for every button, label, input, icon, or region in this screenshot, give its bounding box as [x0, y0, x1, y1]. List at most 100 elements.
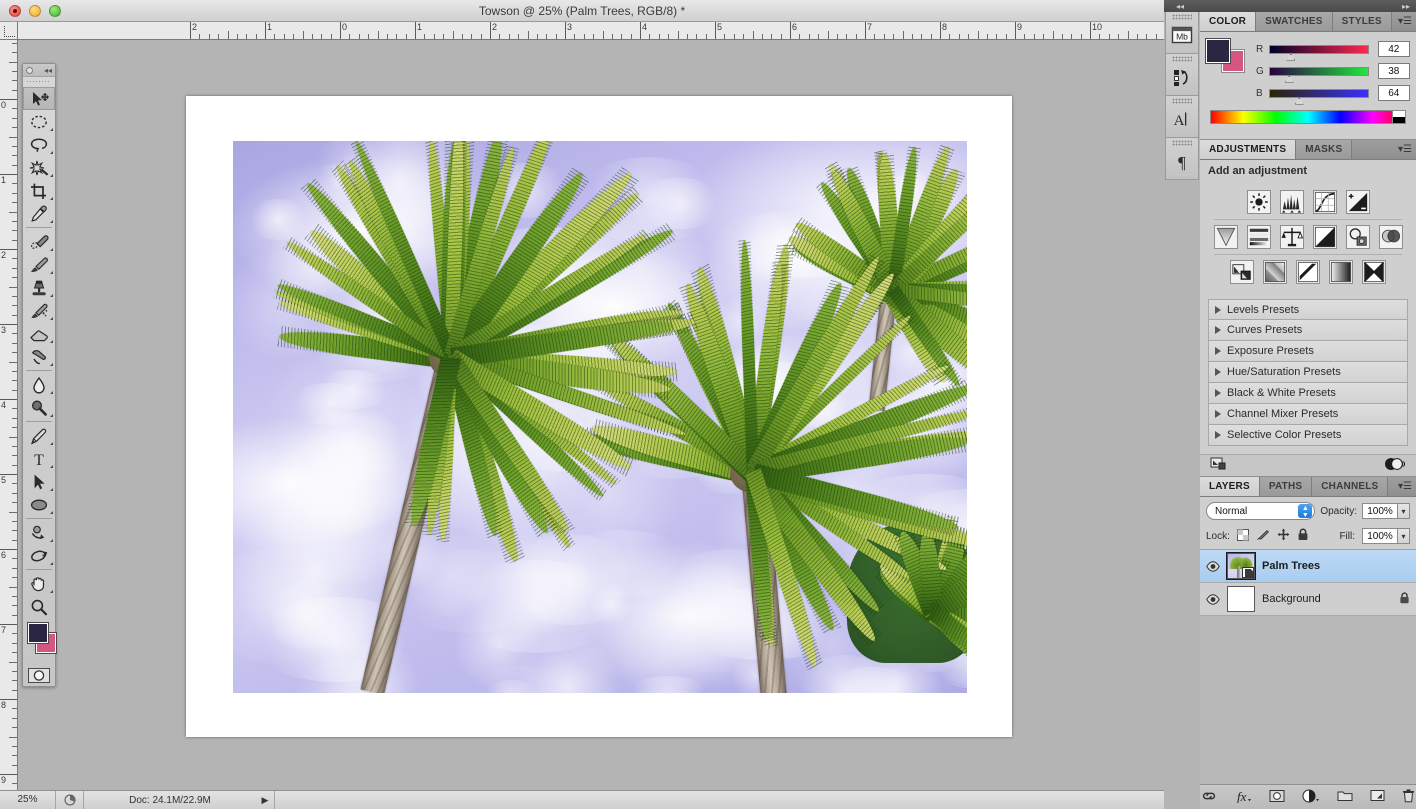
- tab-layers[interactable]: LAYERS: [1200, 477, 1260, 496]
- red-slider-thumb[interactable]: [1286, 53, 1296, 61]
- red-slider[interactable]: R 42: [1256, 38, 1410, 61]
- tools-panel[interactable]: ◂◂ T: [22, 63, 57, 687]
- ruler-origin-corner[interactable]: [0, 22, 18, 40]
- color-spectrum-ramp[interactable]: [1210, 110, 1406, 124]
- status-menu-arrow[interactable]: ▶: [256, 795, 274, 806]
- 3d-rotate-tool[interactable]: [23, 521, 55, 544]
- color-panel-body[interactable]: R 42 G 38 B 64: [1200, 32, 1416, 140]
- layer-thumbnail[interactable]: [1227, 586, 1255, 612]
- delete-layer-icon[interactable]: [1402, 788, 1415, 806]
- lock-pixels-icon[interactable]: [1256, 529, 1270, 544]
- preset-hue-saturation[interactable]: Hue/Saturation Presets: [1208, 362, 1408, 383]
- tool-submenu-indicator[interactable]: [50, 442, 53, 445]
- opacity-chevron-icon[interactable]: ▾: [1398, 503, 1410, 519]
- tool-submenu-indicator[interactable]: [50, 248, 53, 251]
- green-slider-value[interactable]: 38: [1377, 63, 1410, 79]
- layer-style-icon[interactable]: fx: [1234, 789, 1252, 806]
- mini-bridge-button[interactable]: Mb: [1165, 12, 1199, 54]
- levels-icon[interactable]: [1279, 190, 1304, 214]
- disclosure-triangle-icon[interactable]: [1215, 410, 1221, 418]
- close-button[interactable]: [9, 4, 21, 17]
- collapsed-dock-strip[interactable]: ◂◂ Mb A ¶: [1164, 0, 1200, 809]
- history-brush-tool[interactable]: [23, 299, 55, 322]
- color-balance-icon[interactable]: [1279, 225, 1304, 249]
- preset-curves[interactable]: Curves Presets: [1208, 320, 1408, 341]
- vibrance-icon[interactable]: [1213, 225, 1238, 249]
- color-panel-menu-button[interactable]: ▾☰: [1398, 16, 1412, 27]
- gradient-map-icon[interactable]: [1329, 260, 1353, 284]
- preset-exposure[interactable]: Exposure Presets: [1208, 341, 1408, 362]
- panels-collapse-bar[interactable]: ▸▸: [1200, 0, 1416, 12]
- horizontal-ruler[interactable]: 2101234567891011: [0, 22, 1164, 40]
- disclosure-triangle-icon[interactable]: [1215, 305, 1221, 314]
- tool-submenu-indicator[interactable]: [50, 197, 53, 200]
- status-proxy-icon[interactable]: [56, 791, 84, 809]
- tools-collapse-dot[interactable]: [26, 67, 33, 74]
- history-button[interactable]: [1165, 54, 1199, 96]
- blue-slider-value[interactable]: 64: [1377, 85, 1410, 101]
- tool-submenu-indicator[interactable]: [50, 363, 53, 366]
- hue-saturation-icon[interactable]: [1246, 225, 1271, 249]
- fill-value[interactable]: 100%: [1362, 528, 1398, 544]
- adjustment-presets-list[interactable]: Levels Presets Curves Presets Exposure Pre…: [1208, 299, 1408, 446]
- table-row[interactable]: Background: [1200, 583, 1416, 616]
- exposure-icon[interactable]: [1345, 190, 1370, 214]
- layer-name[interactable]: Background: [1262, 593, 1392, 605]
- blend-mode-select[interactable]: Normal ▲ ▼: [1206, 502, 1316, 520]
- layer-visibility-icon[interactable]: [1206, 560, 1220, 572]
- adjustments-panel-menu-button[interactable]: ▾☰: [1398, 144, 1412, 155]
- disclosure-triangle-icon[interactable]: [1215, 347, 1221, 355]
- invert-icon[interactable]: [1230, 260, 1254, 284]
- layer-name[interactable]: Palm Trees: [1262, 560, 1410, 572]
- black-white-icon[interactable]: [1312, 225, 1337, 249]
- blue-slider-track[interactable]: [1269, 88, 1369, 105]
- dodge-tool[interactable]: [23, 396, 55, 419]
- blur-tool[interactable]: [23, 373, 55, 396]
- lock-all-icon[interactable]: [1297, 528, 1309, 544]
- layers-lock-row[interactable]: Lock: Fill: 100% ▾: [1200, 525, 1416, 550]
- minimize-button[interactable]: [29, 4, 41, 17]
- red-slider-track[interactable]: [1269, 44, 1369, 61]
- dock-collapse-arrows[interactable]: ◂◂: [1176, 2, 1184, 11]
- artboard[interactable]: [186, 96, 1012, 737]
- paragraph-button[interactable]: ¶: [1165, 138, 1199, 180]
- layers-panel-footer[interactable]: fx: [1200, 784, 1416, 809]
- pen-tool[interactable]: [23, 424, 55, 447]
- disclosure-triangle-icon[interactable]: [1215, 431, 1221, 439]
- disclosure-triangle-icon[interactable]: [1215, 368, 1221, 376]
- eyedropper-tool[interactable]: [23, 202, 55, 225]
- crop-tool[interactable]: [23, 179, 55, 202]
- zoom-button[interactable]: [49, 4, 61, 17]
- layer-mask-icon[interactable]: [1269, 789, 1285, 806]
- status-bar[interactable]: 25% Doc: 24.1M/22.9M ▶: [0, 790, 1164, 809]
- tool-submenu-indicator[interactable]: [50, 340, 53, 343]
- green-slider-thumb[interactable]: [1284, 75, 1294, 83]
- threshold-icon[interactable]: [1296, 260, 1320, 284]
- table-row[interactable]: Palm Trees: [1200, 550, 1416, 583]
- adjustments-panel-body[interactable]: Add an adjustment Levels Presets Curves P…: [1200, 160, 1416, 477]
- palm-trees-image[interactable]: [233, 141, 967, 693]
- foreground-color-swatch[interactable]: [27, 622, 49, 644]
- photo-filter-icon[interactable]: [1345, 225, 1370, 249]
- spectrum-black-white[interactable]: [1392, 111, 1405, 123]
- tool-submenu-indicator[interactable]: [50, 539, 53, 542]
- tools-drag-grip[interactable]: [27, 79, 51, 85]
- link-layers-icon[interactable]: [1201, 790, 1217, 805]
- selective-color-icon[interactable]: [1362, 260, 1386, 284]
- adjustments-panel-tabs[interactable]: ADJUSTMENTS MASKS ▾☰: [1200, 140, 1416, 160]
- green-slider[interactable]: G 38: [1256, 60, 1410, 83]
- new-layer-icon[interactable]: [1370, 789, 1385, 805]
- tool-submenu-indicator[interactable]: [50, 174, 53, 177]
- disclosure-triangle-icon[interactable]: [1215, 326, 1221, 334]
- zoom-tool[interactable]: [23, 595, 55, 618]
- new-adjustment-layer-icon[interactable]: [1302, 789, 1320, 806]
- tab-paths[interactable]: PATHS: [1259, 477, 1313, 496]
- tools-collapse-arrows[interactable]: ◂◂: [44, 66, 52, 75]
- posterize-icon[interactable]: [1263, 260, 1287, 284]
- red-slider-value[interactable]: 42: [1377, 41, 1410, 57]
- clip-to-layer-icon[interactable]: [1384, 457, 1406, 474]
- vertical-ruler[interactable]: 0 1 2 3 4 5 6 7 8 9: [0, 40, 18, 790]
- ellipse-shape-tool[interactable]: [23, 493, 55, 516]
- brush-tool[interactable]: [23, 253, 55, 276]
- tool-submenu-indicator[interactable]: [50, 220, 53, 223]
